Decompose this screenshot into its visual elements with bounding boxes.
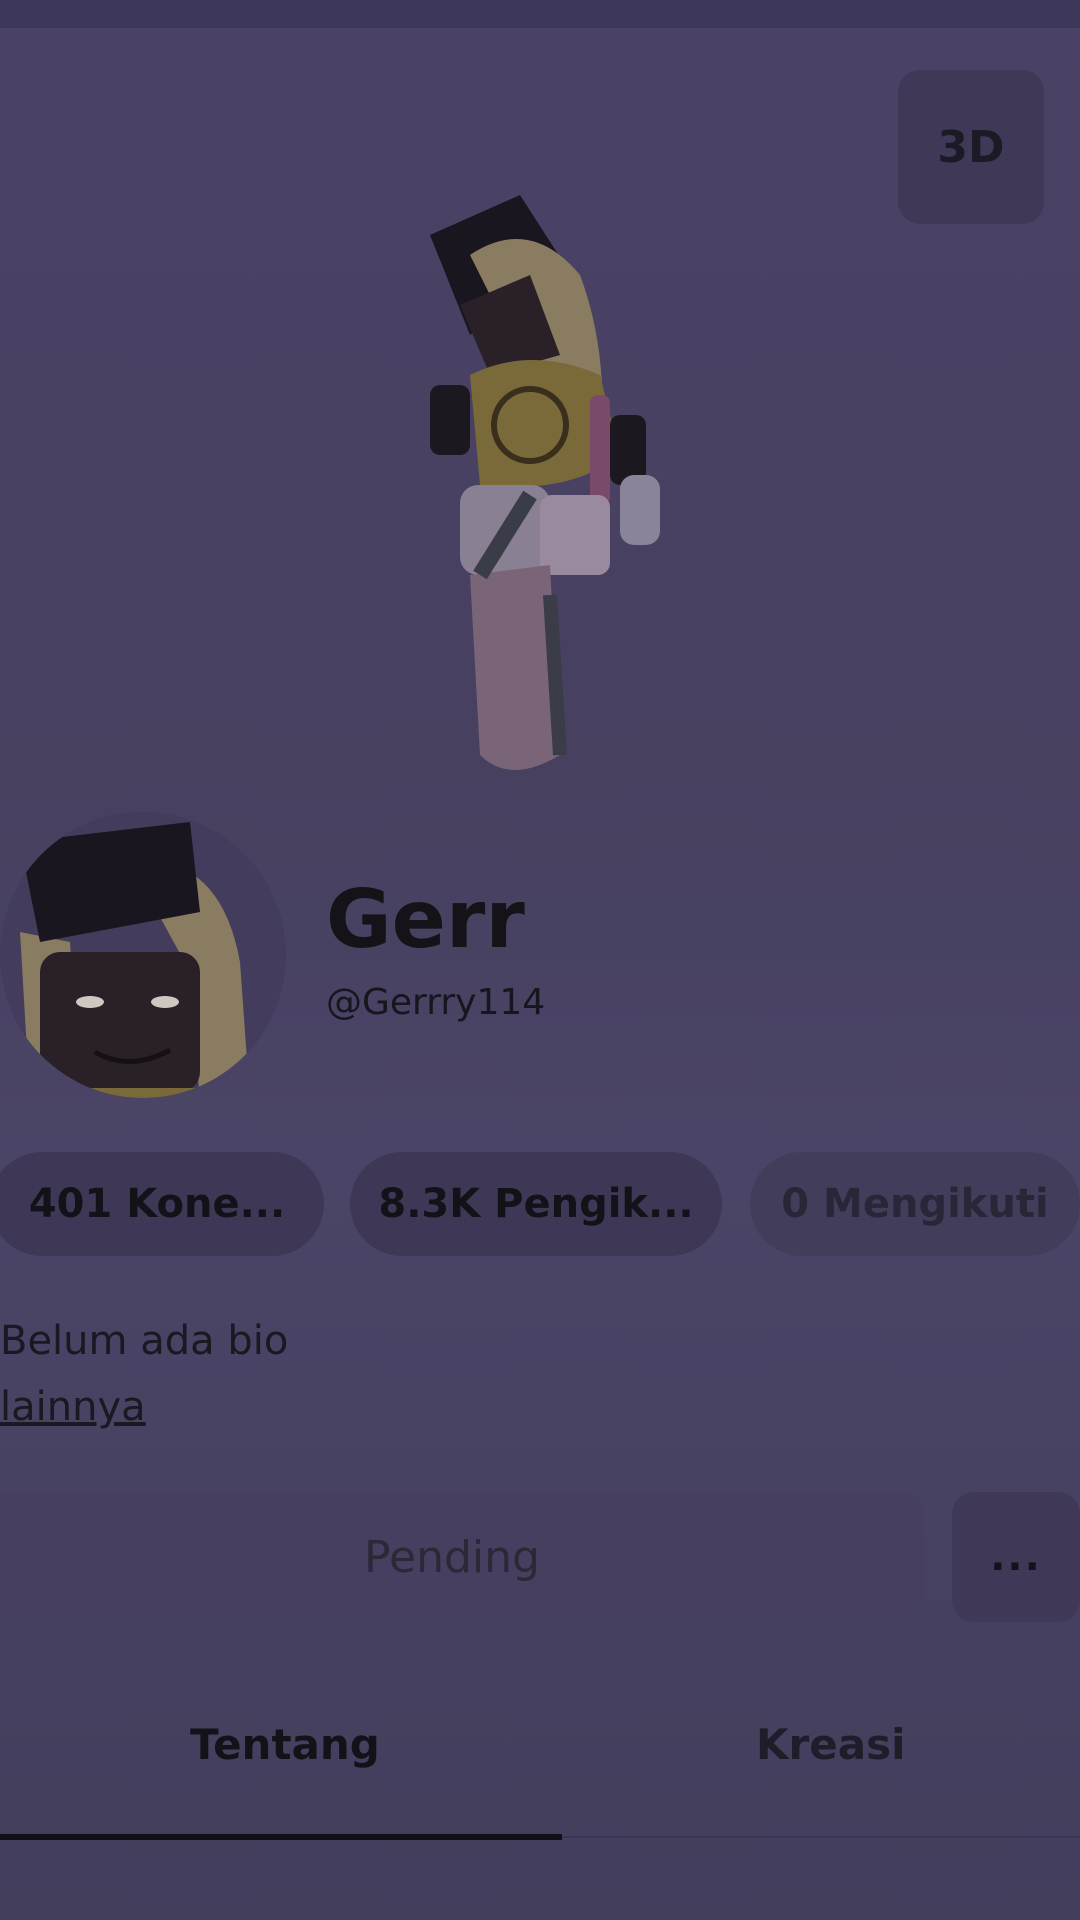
following-button[interactable]: 0 Mengikuti xyxy=(750,1152,1080,1256)
username: @Gerrry114 xyxy=(326,982,546,1023)
avatar-3d-view[interactable] xyxy=(410,195,710,775)
active-tab-indicator xyxy=(0,1834,562,1840)
bio-text: Belum ada bio xyxy=(0,1318,289,1364)
connections-button[interactable]: 401 Kone... xyxy=(0,1152,324,1256)
view-3d-button[interactable]: 3D xyxy=(898,70,1044,224)
tab-kreasi[interactable]: Kreasi xyxy=(756,1720,905,1769)
avatar-headshot-icon xyxy=(0,812,286,1098)
status-bar-strip xyxy=(0,0,1080,28)
tab-tentang[interactable]: Tentang xyxy=(190,1720,380,1769)
display-name: Gerr xyxy=(326,873,525,966)
more-options-button[interactable]: ... xyxy=(952,1492,1080,1622)
avatar-figure-icon xyxy=(430,195,660,770)
tab-divider xyxy=(562,1836,1080,1838)
followers-button[interactable]: 8.3K Pengik... xyxy=(350,1152,722,1256)
bio-more-link[interactable]: lainnya xyxy=(0,1384,146,1430)
pending-button[interactable]: Pending xyxy=(0,1492,924,1622)
avatar[interactable] xyxy=(0,812,286,1098)
